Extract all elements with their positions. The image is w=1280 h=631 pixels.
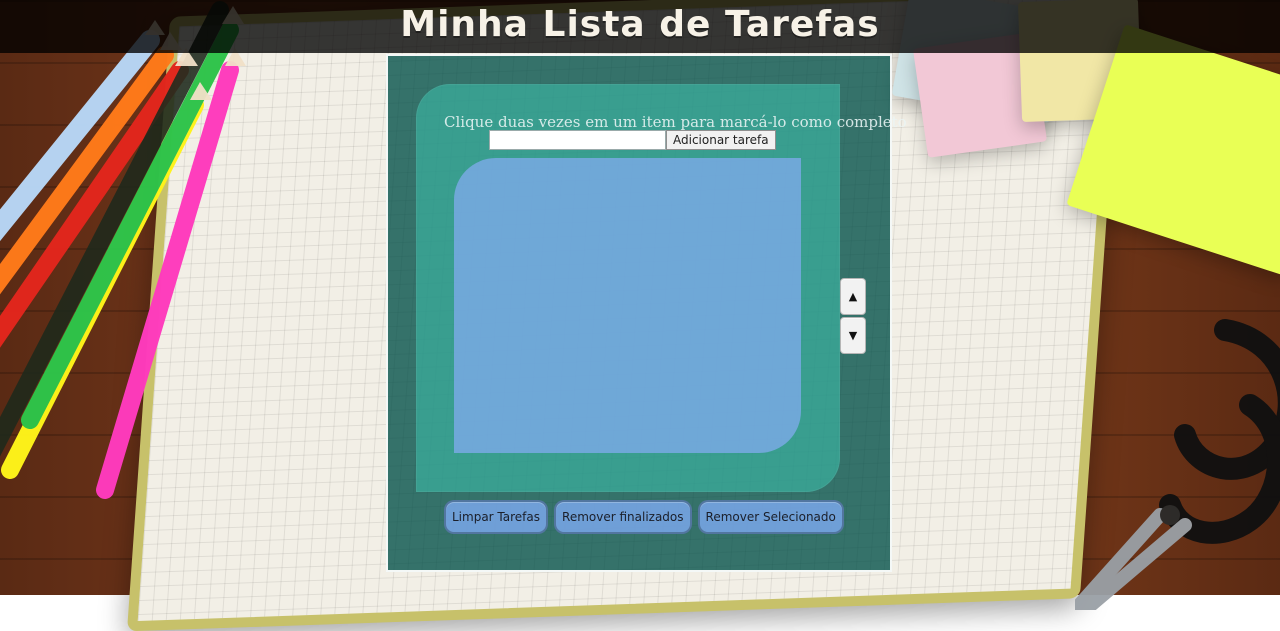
add-task-row: Adicionar tarefa xyxy=(489,130,776,150)
bottom-action-buttons: Limpar Tarefas Remover finalizados Remov… xyxy=(444,500,844,534)
scroll-up-button[interactable]: ▲ xyxy=(840,278,866,315)
app-title: Minha Lista de Tarefas xyxy=(400,4,879,45)
add-task-button[interactable]: Adicionar tarefa xyxy=(666,130,776,150)
task-input[interactable] xyxy=(489,130,666,150)
chevron-up-icon: ▲ xyxy=(849,291,857,302)
remove-completed-button[interactable]: Remover finalizados xyxy=(554,500,692,534)
todo-panel: Clique duas vezes em um item para marcá-… xyxy=(386,54,892,572)
clear-tasks-button[interactable]: Limpar Tarefas xyxy=(444,500,548,534)
app-header: Minha Lista de Tarefas xyxy=(0,0,1280,53)
chevron-down-icon: ▼ xyxy=(849,330,857,341)
remove-selected-button[interactable]: Remover Selecionado xyxy=(698,500,844,534)
scroll-down-button[interactable]: ▼ xyxy=(840,317,866,354)
list-scroll-controls: ▲ ▼ xyxy=(840,278,866,354)
task-list-area[interactable] xyxy=(454,158,801,453)
instruction-text: Clique duas vezes em um item para marcá-… xyxy=(444,114,824,130)
